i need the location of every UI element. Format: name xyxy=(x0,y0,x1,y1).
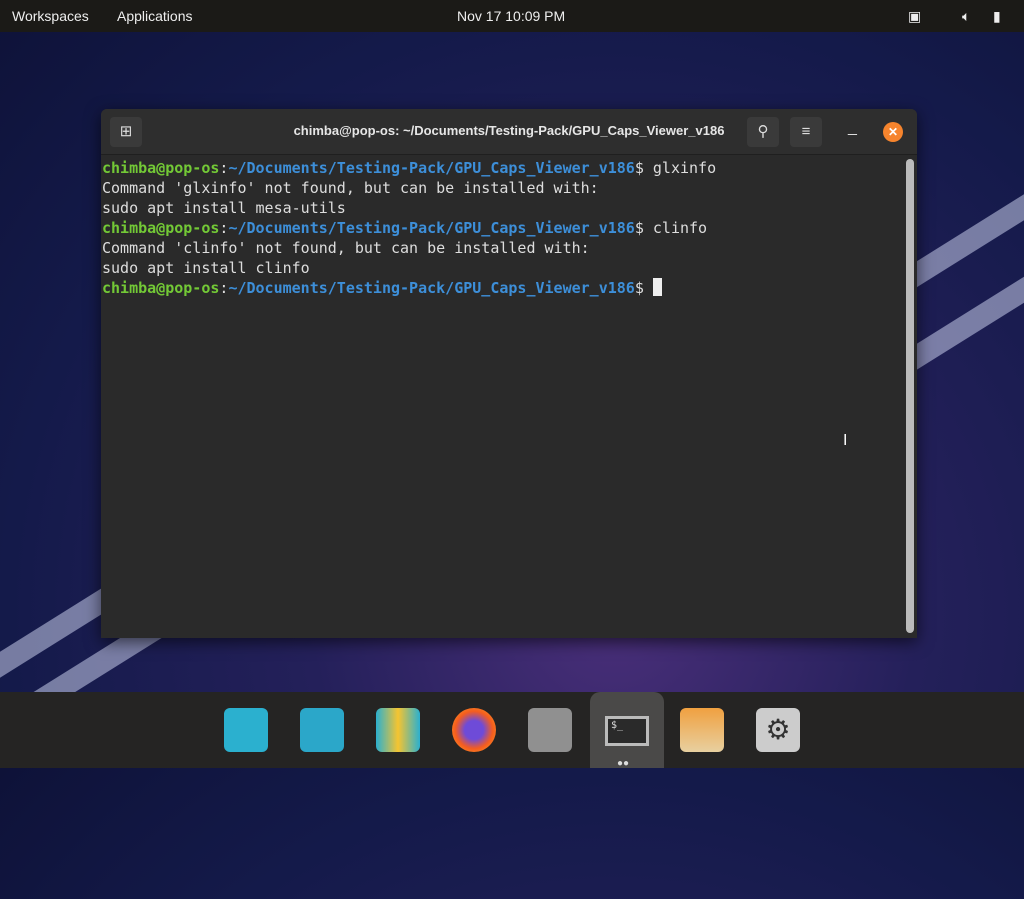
dock: $_ ●● ⚙ xyxy=(0,692,1024,769)
search-icon: ⚲ xyxy=(757,123,769,140)
settings-icon[interactable]: ⚙ xyxy=(756,708,800,752)
command: glxinfo xyxy=(652,159,717,177)
terminal-line: Command 'glxinfo' not found, but can be … xyxy=(102,179,599,197)
hamburger-icon: ≡ xyxy=(801,123,811,140)
prompt-user: chimba@pop-os xyxy=(102,219,220,237)
workspaces-button[interactable]: Workspaces xyxy=(12,8,89,24)
terminal-line: Command 'clinfo' not found, but can be i… xyxy=(102,239,590,257)
top-panel: Workspaces Applications Nov 17 10:09 PM … xyxy=(0,0,1024,32)
terminal-line: sudo apt install clinfo xyxy=(102,259,310,277)
minimize-button[interactable]: _ xyxy=(848,119,857,137)
terminal-line: chimba@pop-os:~/Documents/Testing-Pack/G… xyxy=(102,159,717,177)
window-tiling-icon[interactable] xyxy=(300,708,344,752)
volume-icon[interactable]: 🔈︎ xyxy=(962,8,970,25)
pop-shop-icon[interactable] xyxy=(680,708,724,752)
files-icon[interactable] xyxy=(528,708,572,752)
firefox-icon[interactable] xyxy=(452,708,496,752)
terminal-window: ⊞ chimba@pop-os: ~/Documents/Testing-Pac… xyxy=(101,109,917,638)
battery-icon[interactable]: ▮ xyxy=(993,8,1001,25)
prompt-path: ~/Documents/Testing-Pack/GPU_Caps_Viewer… xyxy=(228,159,635,177)
running-indicator: ●● xyxy=(617,758,630,769)
text-cursor-icon: I xyxy=(843,432,848,449)
terminal-line: chimba@pop-os:~/Documents/Testing-Pack/G… xyxy=(102,278,917,298)
title-bar: ⊞ chimba@pop-os: ~/Documents/Testing-Pac… xyxy=(101,109,917,155)
display-icon[interactable]: ▣ xyxy=(908,8,921,25)
close-button[interactable]: ✕ xyxy=(883,122,903,142)
scrollbar[interactable] xyxy=(906,159,914,633)
terminal-line: sudo apt install mesa-utils xyxy=(102,199,346,217)
terminal-dock-item[interactable]: $_ ●● xyxy=(590,692,664,769)
command: clinfo xyxy=(652,219,708,237)
search-button[interactable]: ⚲ xyxy=(747,117,779,147)
applications-button[interactable]: Applications xyxy=(117,8,193,24)
clock[interactable]: Nov 17 10:09 PM xyxy=(457,8,565,24)
terminal-output[interactable]: chimba@pop-os:~/Documents/Testing-Pack/G… xyxy=(101,155,917,298)
terminal-icon: $_ xyxy=(605,716,649,746)
prompt-user: chimba@pop-os xyxy=(102,279,220,297)
terminal-line: chimba@pop-os:~/Documents/Testing-Pack/G… xyxy=(102,219,708,237)
prompt-user: chimba@pop-os xyxy=(102,159,220,177)
menu-button[interactable]: ≡ xyxy=(790,117,822,147)
search-launcher-icon[interactable] xyxy=(224,708,268,752)
app-library-icon[interactable] xyxy=(376,708,420,752)
prompt-path: ~/Documents/Testing-Pack/GPU_Caps_Viewer… xyxy=(228,279,635,297)
terminal-cursor xyxy=(652,278,662,296)
prompt-path: ~/Documents/Testing-Pack/GPU_Caps_Viewer… xyxy=(228,219,635,237)
